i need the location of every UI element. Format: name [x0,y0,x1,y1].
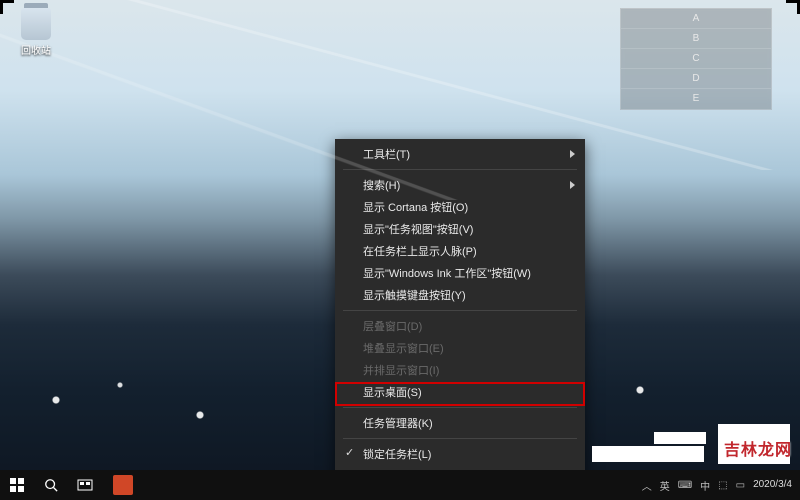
taskview-icon [77,479,93,491]
widget-row[interactable]: C [621,49,771,69]
menu-separator [343,310,577,311]
menu-show-people[interactable]: 在任务栏上显示人脉(P) [335,240,585,262]
app-icon [113,475,133,495]
menu-side-by-side: 并排显示窗口(I) [335,359,585,381]
desktop-wallpaper[interactable]: 回收站 A B C D E 工具栏(T) 搜索(H) 显示 Cortana 按钮… [0,0,800,500]
pinned-app-powerpoint[interactable] [106,470,140,500]
ime-indicator[interactable]: 英 [660,478,670,493]
tray-chevron-up-icon[interactable]: ︿ [642,478,652,493]
menu-separator [343,438,577,439]
taskbar-context-menu: 工具栏(T) 搜索(H) 显示 Cortana 按钮(O) 显示"任务视图"按钮… [335,139,585,491]
ime-lang-indicator[interactable]: 中 [700,478,710,493]
network-icon[interactable]: ⬚ [718,480,727,491]
menu-show-cortana[interactable]: 显示 Cortana 按钮(O) [335,196,585,218]
taskbar-clock[interactable]: 2020/3/4 [753,470,800,500]
system-tray[interactable]: ︿ 英 ⌨ 中 ⬚ ▭ [634,478,753,493]
menu-stack-windows: 堆叠显示窗口(E) [335,337,585,359]
site-watermark: 吉林龙网 [724,436,792,460]
menu-separator [343,169,577,170]
search-button[interactable] [34,470,68,500]
menu-lock-taskbar[interactable]: 锁定任务栏(L) [335,443,585,465]
menu-search[interactable]: 搜索(H) [335,174,585,196]
action-center-icon[interactable]: ▭ [736,480,745,491]
menu-show-taskview[interactable]: 显示"任务视图"按钮(V) [335,218,585,240]
ime-keyboard-icon[interactable]: ⌨ [678,480,692,491]
editorial-patch [592,446,704,462]
search-icon [44,478,58,492]
widget-row[interactable]: B [621,29,771,49]
editorial-patch [654,432,706,444]
menu-show-touch-keyboard[interactable]: 显示触摸键盘按钮(Y) [335,284,585,306]
taskview-button[interactable] [68,470,102,500]
menu-show-desktop[interactable]: 显示桌面(S) [335,381,585,403]
taskbar[interactable]: ︿ 英 ⌨ 中 ⬚ ▭ 2020/3/4 [0,470,800,500]
menu-task-manager[interactable]: 任务管理器(K) [335,412,585,434]
menu-separator [343,407,577,408]
windows-logo-icon [10,478,24,492]
menu-toolbars[interactable]: 工具栏(T) [335,143,585,165]
widget-row[interactable]: E [621,89,771,109]
widget-row[interactable]: D [621,69,771,89]
desktop-widget[interactable]: A B C D E [620,8,772,110]
trash-icon [21,8,51,40]
start-button[interactable] [0,470,34,500]
recycle-bin-label: 回收站 [21,46,51,57]
menu-show-ink[interactable]: 显示"Windows Ink 工作区"按钮(W) [335,262,585,284]
menu-cascade-windows: 层叠窗口(D) [335,315,585,337]
widget-row[interactable]: A [621,9,771,29]
recycle-bin-icon[interactable]: 回收站 [10,8,62,57]
